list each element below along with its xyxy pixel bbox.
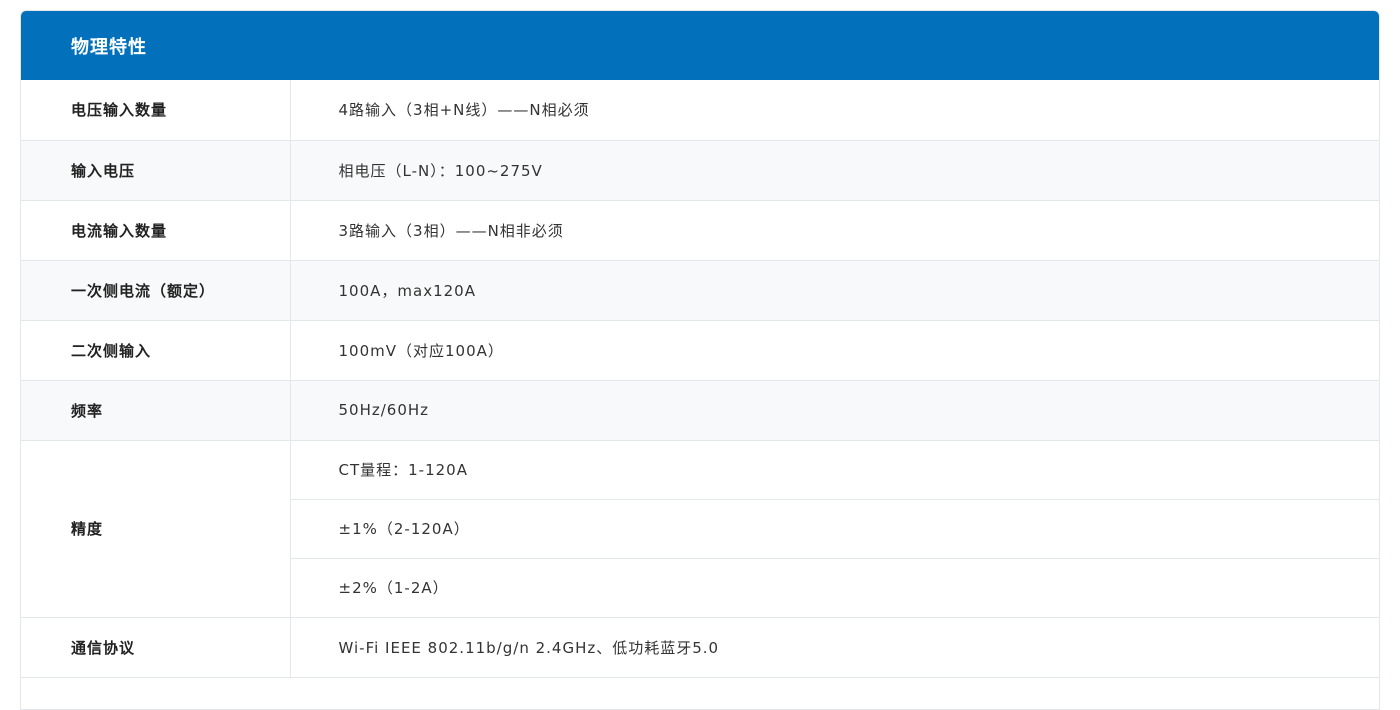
spec-header: 物理特性 <box>21 11 1379 80</box>
spec-value: 100mV（对应100A） <box>290 320 1379 381</box>
spec-row-primary-current: 一次侧电流（额定） 100A，max120A <box>21 260 1379 321</box>
spec-row-input-voltage: 输入电压 相电压（L-N）：100~275V <box>21 140 1379 201</box>
spec-row-precision: 精度 CT量程：1-120A <box>21 440 1379 618</box>
spec-label: 电压输入数量 <box>21 80 291 141</box>
spec-value: CT量程：1-120A <box>290 440 1379 500</box>
spec-value: 50Hz/60Hz <box>290 380 1379 441</box>
spec-label: 输入电压 <box>21 140 291 201</box>
spec-table: 电压输入数量 4路输入（3相+N线）——N相必须 输入电压 相电压（L-N）：1… <box>21 80 1379 678</box>
section-title: 物理特性 <box>71 36 147 58</box>
spec-value: 100A，max120A <box>290 260 1379 321</box>
spec-value: ±2%（1-2A） <box>290 558 1379 618</box>
spec-row-frequency: 频率 50Hz/60Hz <box>21 380 1379 441</box>
spec-label: 精度 <box>21 440 291 618</box>
spec-label: 二次侧输入 <box>21 320 291 381</box>
spec-row-voltage-inputs: 电压输入数量 4路输入（3相+N线）——N相必须 <box>21 80 1379 141</box>
spec-value: 3路输入（3相）——N相非必须 <box>290 200 1379 261</box>
spec-label: 通信协议 <box>21 617 291 678</box>
spec-label: 频率 <box>21 380 291 441</box>
spec-value: 相电压（L-N）：100~275V <box>290 140 1379 201</box>
spec-row-current-inputs: 电流输入数量 3路输入（3相）——N相非必须 <box>21 200 1379 261</box>
spec-label: 电流输入数量 <box>21 200 291 261</box>
spec-value: ±1%（2-120A） <box>290 499 1379 559</box>
spec-row-protocol: 通信协议 Wi-Fi IEEE 802.11b/g/n 2.4GHz、低功耗蓝牙… <box>21 617 1379 678</box>
spec-value: Wi-Fi IEEE 802.11b/g/n 2.4GHz、低功耗蓝牙5.0 <box>290 617 1379 678</box>
spec-row-secondary-input: 二次侧输入 100mV（对应100A） <box>21 320 1379 381</box>
spec-label: 一次侧电流（额定） <box>21 260 291 321</box>
spec-value: 4路输入（3相+N线）——N相必须 <box>290 80 1379 141</box>
spec-card: 物理特性 电压输入数量 4路输入（3相+N线）——N相必须 输入电压 相电压（L… <box>20 10 1380 710</box>
